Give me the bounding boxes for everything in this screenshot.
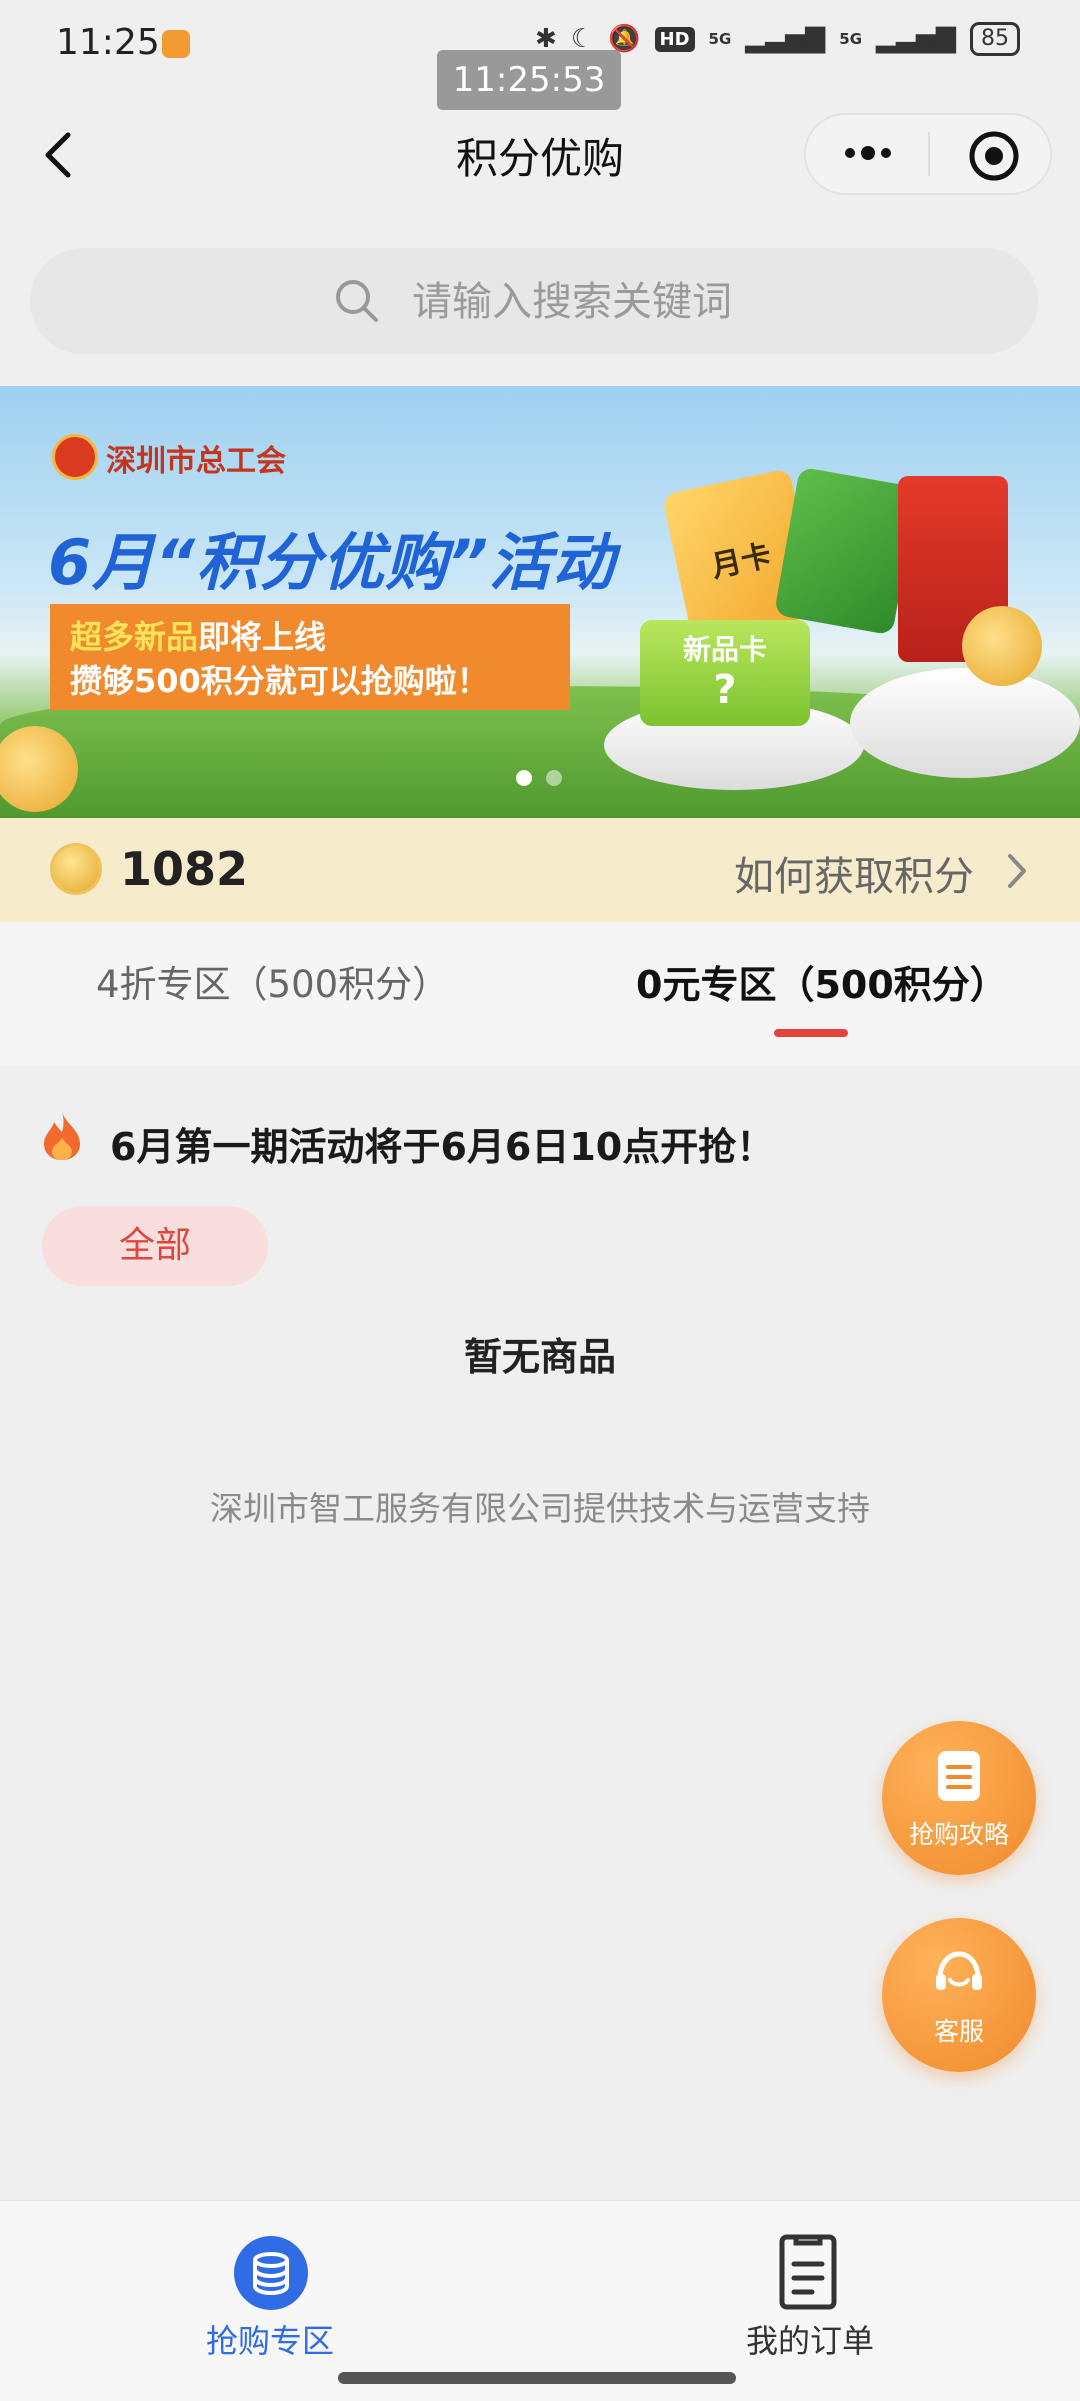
how-to-earn-points-link[interactable]: 如何获取积分 (734, 844, 974, 902)
nav-item-flash-sale[interactable] (234, 2236, 308, 2310)
banner-org-name: 深圳市总工会 (106, 444, 286, 479)
search-icon (332, 276, 382, 326)
signal-icon: ▂▃▅▇ (745, 24, 826, 54)
active-tab-indicator (774, 1029, 848, 1037)
close-mini-program-button[interactable] (966, 128, 1022, 184)
union-logo-icon (52, 434, 98, 480)
banner-headline: 6月“积分优购”活动 (48, 526, 616, 599)
headset-icon (936, 1951, 982, 1990)
banner-line-1-rest: 即将上线 (198, 618, 327, 656)
points-value: 1082 (120, 842, 249, 896)
signal-icon: ▂▃▅▇ (876, 24, 956, 54)
order-list-icon (779, 2234, 837, 2310)
new-card-mark: ? (713, 667, 737, 713)
chevron-right-icon[interactable] (1002, 850, 1032, 892)
document-icon (938, 1751, 980, 1801)
points-coin-icon (50, 843, 102, 895)
nav-label-my-orders[interactable]: 我的订单 (710, 2316, 910, 2362)
status-time: 11:25 (56, 22, 160, 63)
network-label-2: 5G (839, 30, 863, 48)
banner-dot (546, 770, 562, 786)
banner-line-2: 攒够500积分就可以抢购啦！ (70, 662, 489, 700)
banner-pagination (516, 770, 562, 786)
network-label-1: 5G (708, 30, 732, 48)
clock-overlay: 11:25:53 (437, 50, 621, 110)
fire-icon (40, 1110, 84, 1162)
green-card-image (773, 466, 919, 636)
banner-line-1-highlight: 超多新品 (70, 618, 199, 656)
more-dots-icon (845, 146, 891, 160)
category-chip-all[interactable]: 全部 (42, 1206, 268, 1286)
tab-free-zone[interactable]: 0元专区（500积分） (636, 954, 1008, 1009)
activity-notice: 6月第一期活动将于6月6日10点开抢！ (110, 1125, 775, 1169)
coin-icon (962, 606, 1042, 686)
capsule-divider (928, 132, 930, 176)
tab-40-percent-zone[interactable]: 4折专区（500积分） (96, 954, 449, 1008)
more-button[interactable] (838, 128, 898, 178)
new-card-image: 新品卡 ? (640, 620, 810, 726)
app-notification-icon (162, 30, 190, 58)
nav-item-my-orders[interactable] (776, 2234, 840, 2310)
nav-label-flash-sale[interactable]: 抢购专区 (170, 2316, 370, 2362)
banner-line-1: 超多新品即将上线 (70, 612, 326, 658)
empty-state-text: 暂无商品 (463, 1335, 616, 1379)
hd-badge: HD (654, 26, 695, 52)
purchase-guide-label: 抢购攻略 (908, 1820, 1009, 1849)
footer-credit: 深圳市智工服务有限公司提供技术与运营支持 (210, 1489, 870, 1528)
purchase-guide-button[interactable]: 抢购攻略 (882, 1721, 1036, 1875)
podium-shape (850, 668, 1080, 778)
battery-level: 85 (970, 22, 1020, 56)
coin-stack-icon (253, 2252, 289, 2296)
home-indicator[interactable] (338, 2372, 736, 2384)
banner-dot-active (516, 770, 532, 786)
new-card-label: 新品卡 (682, 633, 767, 666)
month-card-label: 月卡 (708, 538, 775, 585)
customer-service-button[interactable]: 客服 (882, 1918, 1036, 2072)
customer-service-label: 客服 (933, 2017, 984, 2046)
search-input[interactable] (410, 268, 974, 336)
bottom-nav (0, 2200, 1080, 2401)
target-close-icon (969, 131, 1019, 181)
